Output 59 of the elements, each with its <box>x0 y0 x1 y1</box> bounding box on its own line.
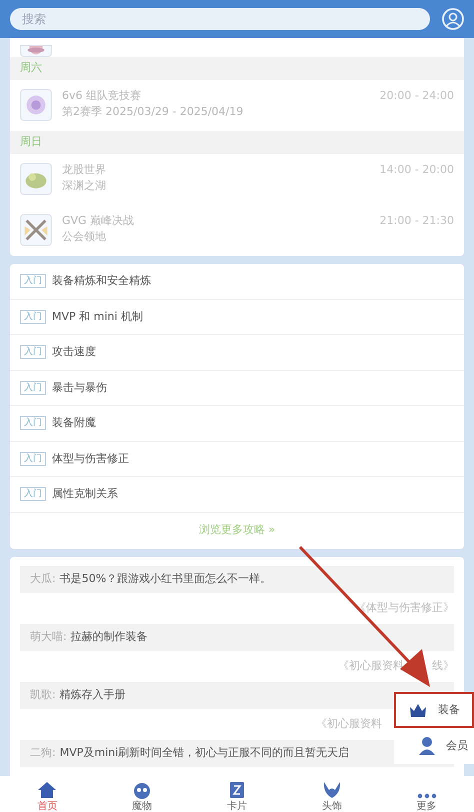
guide-item[interactable]: 入门 攻击速度 <box>10 335 464 370</box>
comment-text: 拉赫的制作装备 <box>70 628 148 645</box>
guide-item[interactable]: 入门 属性克制关系 <box>10 477 464 512</box>
comment-author: 大瓜: <box>30 570 56 587</box>
level-tag: 入门 <box>20 380 46 395</box>
guide-item[interactable]: 入门 装备精炼和安全精炼 <box>10 264 464 300</box>
day-header: 周六 <box>10 57 464 80</box>
level-tag: 入门 <box>20 452 46 466</box>
level-tag: 入门 <box>20 487 46 502</box>
guide-item[interactable]: 入门 体型与伤害修正 <box>10 442 464 477</box>
monster-icon <box>132 781 152 799</box>
user-icon <box>418 736 436 756</box>
day-header: 周日 <box>10 131 464 154</box>
comment-author: 萌大喵: <box>30 628 67 645</box>
event-title: GVG 巅峰决战 <box>62 214 136 227</box>
event-subtitle: 深渊之湖 <box>62 179 107 192</box>
guide-item[interactable]: 入门 MVP 和 mini 机制 <box>10 300 464 335</box>
comment-author: 凯歌: <box>30 686 56 703</box>
guide-title: MVP 和 mini 机制 <box>52 308 143 324</box>
event-icon <box>20 89 52 121</box>
guide-title: 属性克制关系 <box>52 486 118 502</box>
event-subtitle: 公会领地 <box>62 230 107 243</box>
guide-title: 攻击速度 <box>52 344 96 360</box>
comment-bubble[interactable]: 萌大喵: 拉赫的制作装备 <box>20 624 454 650</box>
comment-author: 二狗: <box>30 744 56 761</box>
level-tag: 入门 <box>20 416 46 430</box>
guide-title: 体型与伤害修正 <box>52 450 129 466</box>
event-time: 14:00 - 20:00 <box>380 163 454 176</box>
event-time: 21:00 - 21:30 <box>380 214 454 227</box>
nav-tab[interactable]: 魔物 <box>94 776 190 812</box>
guide-title: 装备附魔 <box>52 415 96 431</box>
comment-text: 精炼存入手册 <box>60 686 126 703</box>
event-title: 龙股世界 <box>62 163 107 176</box>
level-tag: 入门 <box>20 310 46 324</box>
guide-item[interactable]: 入门 装备附魔 <box>10 406 464 442</box>
search-field[interactable]: 搜索 <box>10 8 430 30</box>
article-title-end: 线》 <box>432 658 454 674</box>
user-icon[interactable] <box>442 8 464 30</box>
event-icon <box>20 214 52 246</box>
guide-title: 装备精炼和安全精炼 <box>52 273 151 289</box>
card-icon <box>228 781 245 799</box>
home-icon <box>37 781 58 799</box>
guide-item[interactable]: 入门 暴击与暴伤 <box>10 370 464 406</box>
comment-bubble[interactable]: 大瓜: 书是50%？跟游戏小红书里面怎么不一样。 <box>20 566 454 592</box>
nav-tab[interactable]: 头饰 <box>284 776 380 812</box>
nav-tab[interactable]: 卡片 <box>190 776 284 812</box>
event-title: 6v6 组队竞技赛 <box>62 89 142 102</box>
guide-title: 暴击与暴伤 <box>52 380 107 396</box>
nav-tab[interactable]: 更多 <box>379 776 474 812</box>
comment-text: 书是50%？跟游戏小红书里面怎么不一样。 <box>60 570 272 587</box>
comment-text: MVP及mini刷新时间全错，初心与正服不同的而且暂无天启 <box>60 744 350 761</box>
event-icon <box>20 163 52 195</box>
headgear-icon <box>322 781 342 799</box>
more-icon <box>416 793 437 799</box>
event-subtitle: 第2赛季 2025/03/29 - 2025/04/19 <box>62 105 244 118</box>
event-time: 20:00 - 24:00 <box>380 89 454 102</box>
level-tag: 入门 <box>20 345 46 360</box>
level-tag: 入门 <box>20 274 46 288</box>
nav-tab[interactable]: 首页 <box>0 776 95 812</box>
